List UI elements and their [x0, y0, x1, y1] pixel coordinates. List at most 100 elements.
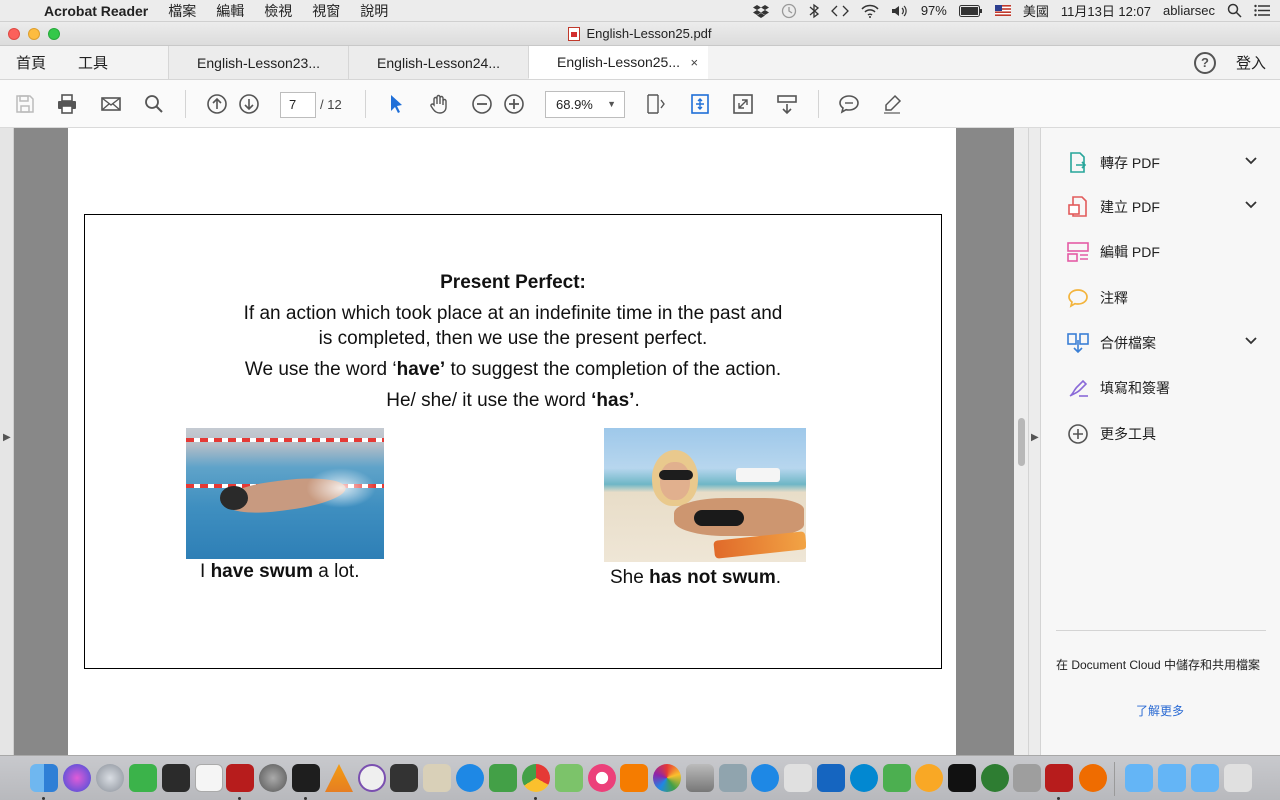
search-icon[interactable] [142, 92, 166, 116]
tor-browser-icon[interactable] [358, 764, 386, 792]
time-machine-icon[interactable] [781, 3, 797, 19]
login-link[interactable]: 登入 [1236, 52, 1266, 73]
ink-pen-icon[interactable] [1013, 764, 1041, 792]
doc-tab-lesson25[interactable]: English-Lesson25... × [528, 46, 709, 79]
doc-tab-lesson23[interactable]: English-Lesson23... [168, 46, 349, 79]
read-mode-icon[interactable] [775, 92, 799, 116]
virtualbox-icon[interactable] [719, 764, 747, 792]
launchpad-icon[interactable] [96, 764, 124, 792]
vertical-scrollbar[interactable] [1014, 128, 1028, 755]
filezilla-icon[interactable] [226, 764, 254, 792]
quicktime-icon[interactable] [390, 764, 418, 792]
zoom-in-icon[interactable] [502, 92, 526, 116]
volume-icon[interactable] [891, 4, 909, 18]
code-brackets-icon[interactable] [830, 4, 849, 18]
script-editor-icon[interactable] [423, 764, 451, 792]
select-tool-icon[interactable] [384, 92, 408, 116]
tool-combine-files[interactable]: 合併檔案 [1066, 329, 1266, 357]
battery-icon[interactable] [958, 4, 983, 17]
notification-center-icon[interactable] [1254, 4, 1270, 17]
previous-page-icon[interactable] [205, 92, 229, 116]
fit-page-icon[interactable] [644, 92, 668, 116]
slack-icon[interactable] [195, 764, 223, 792]
menu-file[interactable]: 檔案 [158, 1, 206, 21]
spotlight-search-icon[interactable] [1227, 3, 1242, 18]
menu-app-name[interactable]: Acrobat Reader [40, 3, 158, 19]
chevron-down-icon[interactable] [1244, 197, 1258, 211]
bluetooth-icon[interactable] [809, 3, 819, 19]
zoom-level-select[interactable]: 68.9% ▼ [545, 91, 625, 118]
acrobat-reader-icon[interactable] [1045, 764, 1073, 792]
scroll-mode-icon[interactable] [688, 92, 712, 116]
comment-tool-icon[interactable] [837, 92, 861, 116]
wifi-icon[interactable] [861, 4, 879, 18]
tool-comment[interactable]: 注釋 [1066, 284, 1266, 312]
next-page-icon[interactable] [237, 92, 261, 116]
qq-browser-icon[interactable] [850, 764, 878, 792]
documents-folder-icon[interactable] [1158, 764, 1186, 792]
system-preferences-icon[interactable] [259, 764, 287, 792]
finder-icon[interactable] [30, 764, 58, 792]
tool-export-pdf[interactable]: 轉存 PDF [1066, 149, 1266, 177]
scrollbar-thumb[interactable] [1018, 418, 1025, 466]
user-name[interactable]: abliarsec [1163, 3, 1215, 18]
tool-more-tools[interactable]: 更多工具 [1066, 420, 1266, 448]
wifi-explorer-icon[interactable] [751, 764, 779, 792]
tab-home[interactable]: 首頁 [0, 46, 62, 79]
right-panel-toggle[interactable]: ▶ [1028, 128, 1040, 755]
close-window-button[interactable] [8, 28, 20, 40]
zoom-out-icon[interactable] [470, 92, 494, 116]
downloads-folder-icon[interactable] [1191, 764, 1219, 792]
battery-percent[interactable]: 97% [921, 3, 947, 18]
trash-icon[interactable] [1224, 764, 1252, 792]
itunes-icon[interactable] [588, 764, 616, 792]
hand-tool-icon[interactable] [427, 92, 451, 116]
ibooks-icon[interactable] [620, 764, 648, 792]
sourcetree-icon[interactable] [555, 764, 583, 792]
minimize-window-button[interactable] [28, 28, 40, 40]
us-flag-icon[interactable] [994, 5, 1011, 16]
save-icon[interactable] [13, 92, 37, 116]
pycharm-icon[interactable] [948, 764, 976, 792]
utorrent-icon[interactable] [883, 764, 911, 792]
input-source-label[interactable]: 美國 [1023, 1, 1049, 20]
sequel-pro-icon[interactable] [686, 764, 714, 792]
tool-create-pdf[interactable]: 建立 PDF [1066, 193, 1266, 221]
print-icon[interactable] [55, 92, 79, 116]
powerpoint-icon[interactable] [1079, 764, 1107, 792]
evernote-icon[interactable] [129, 764, 157, 792]
terminal-icon[interactable] [292, 764, 320, 792]
word-icon[interactable] [817, 764, 845, 792]
full-screen-icon[interactable] [731, 92, 755, 116]
vlc-icon[interactable] [325, 764, 353, 792]
chrome-icon[interactable] [522, 764, 550, 792]
zoom-window-button[interactable] [48, 28, 60, 40]
help-icon[interactable]: ? [1193, 51, 1216, 74]
tool-fill-sign[interactable]: 填寫和簽署 [1066, 374, 1266, 402]
highlight-tool-icon[interactable] [880, 92, 904, 116]
menu-help[interactable]: 說明 [350, 1, 398, 21]
menu-view[interactable]: 檢視 [254, 1, 302, 21]
airmail-icon[interactable] [915, 764, 943, 792]
app-store-icon[interactable] [456, 764, 484, 792]
tab-tools[interactable]: 工具 [62, 46, 124, 79]
activity-monitor-icon[interactable] [162, 764, 190, 792]
left-panel-toggle[interactable]: ▶ [0, 128, 14, 755]
chevron-down-icon[interactable] [1244, 153, 1258, 167]
facetime-icon[interactable] [489, 764, 517, 792]
clock[interactable]: 11月13日 12:07 [1061, 1, 1151, 20]
menu-window[interactable]: 視窗 [302, 1, 350, 21]
siri-icon[interactable] [63, 764, 91, 792]
menu-edit[interactable]: 編輯 [206, 1, 254, 21]
learn-more-link[interactable]: 了解更多 [1136, 702, 1184, 719]
dropbox-icon[interactable] [752, 4, 769, 18]
photos-icon[interactable] [653, 764, 681, 792]
atom-icon[interactable] [981, 764, 1009, 792]
preview-icon[interactable] [784, 764, 812, 792]
tool-edit-pdf[interactable]: 編輯 PDF [1066, 238, 1266, 266]
page-number-input[interactable]: 7 [280, 92, 316, 118]
doc-tab-lesson24[interactable]: English-Lesson24... [348, 46, 529, 79]
applications-folder-icon[interactable] [1125, 764, 1153, 792]
close-tab-icon[interactable]: × [690, 55, 698, 70]
email-icon[interactable] [99, 92, 123, 116]
